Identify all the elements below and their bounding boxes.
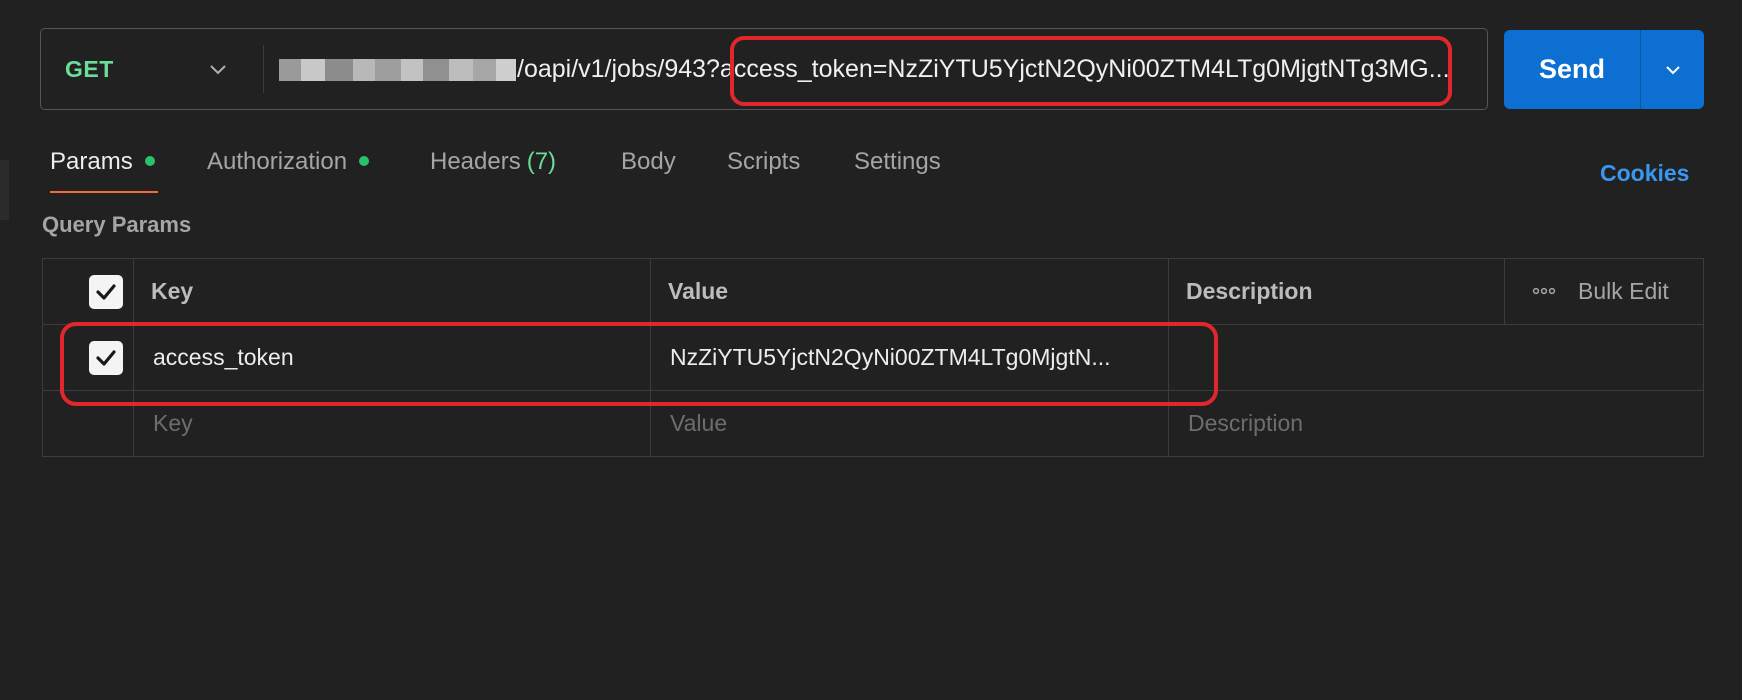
- tab-label: Authorization: [207, 148, 348, 175]
- tab-authorization[interactable]: Authorization: [207, 140, 370, 184]
- send-options-button[interactable]: [1640, 30, 1704, 109]
- column-header-value: Value: [668, 278, 729, 304]
- active-tab-indicator: [50, 191, 158, 193]
- tab-settings[interactable]: Settings: [854, 140, 941, 184]
- column-header-description: Description: [1186, 278, 1313, 304]
- chevron-down-icon[interactable]: [205, 56, 231, 82]
- select-all-checkbox[interactable]: [89, 275, 123, 309]
- tab-body[interactable]: Body: [621, 140, 676, 184]
- more-horizontal-icon[interactable]: [1531, 281, 1557, 301]
- sidebar-edge: [0, 160, 9, 220]
- tab-label: Body: [621, 148, 676, 175]
- cookies-link[interactable]: Cookies: [1600, 160, 1689, 187]
- tab-label: Params: [50, 148, 133, 175]
- tab-scripts[interactable]: Scripts: [727, 140, 800, 184]
- tab-headers[interactable]: Headers (7): [430, 140, 556, 184]
- tab-params[interactable]: Params: [50, 140, 155, 184]
- url-token-highlight: [730, 36, 1452, 106]
- redacted-host: [279, 59, 516, 81]
- method-divider: [263, 45, 264, 93]
- check-icon: [96, 284, 116, 300]
- method-select[interactable]: GET: [65, 29, 114, 109]
- tab-label: Headers: [430, 148, 521, 175]
- status-dot: [359, 155, 370, 166]
- table-header-row: Key Value Description Bulk Edit: [43, 259, 1703, 325]
- tab-label: Scripts: [727, 148, 801, 175]
- header-count: (7): [526, 148, 557, 175]
- tab-label: Settings: [854, 148, 941, 175]
- column-header-key: Key: [151, 278, 194, 304]
- param-description-field[interactable]: [1186, 325, 1686, 390]
- send-button[interactable]: Send: [1504, 30, 1640, 109]
- status-dot: [144, 155, 155, 166]
- bulk-edit-button[interactable]: Bulk Edit: [1578, 259, 1669, 324]
- chevron-down-icon: [1665, 65, 1680, 74]
- query-params-title: Query Params: [42, 212, 192, 237]
- access-token-row-highlight: [60, 322, 1218, 406]
